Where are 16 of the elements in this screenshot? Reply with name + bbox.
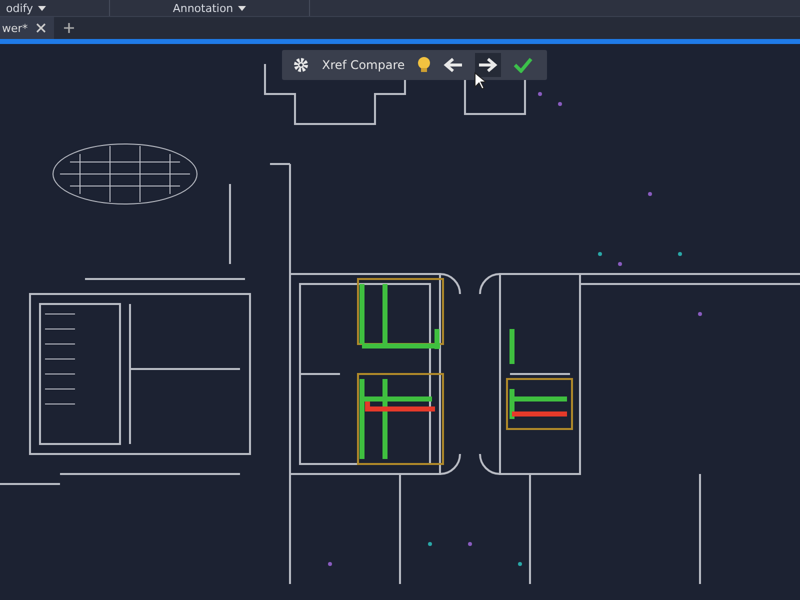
settings-icon[interactable]: [292, 56, 310, 74]
mouse-cursor-icon: [474, 72, 486, 90]
close-icon[interactable]: [36, 23, 46, 33]
ribbon-panel-dropdown[interactable]: odify: [0, 0, 110, 16]
checkmark-icon[interactable]: [512, 57, 533, 73]
caret-icon: [238, 6, 246, 10]
arrow-right-icon: [478, 57, 498, 73]
ribbon-panel-dropdown[interactable]: Annotation: [110, 0, 310, 16]
new-tab-icon[interactable]: [64, 23, 74, 33]
lightbulb-icon[interactable]: [416, 56, 431, 74]
tab-label: wer*: [2, 22, 28, 34]
next-change-button[interactable]: [474, 53, 501, 77]
arrow-left-icon[interactable]: [442, 57, 463, 73]
caret-icon: [38, 6, 46, 10]
toolbar-title: Xref Compare: [322, 58, 405, 72]
file-tab[interactable]: wer*: [0, 17, 54, 39]
